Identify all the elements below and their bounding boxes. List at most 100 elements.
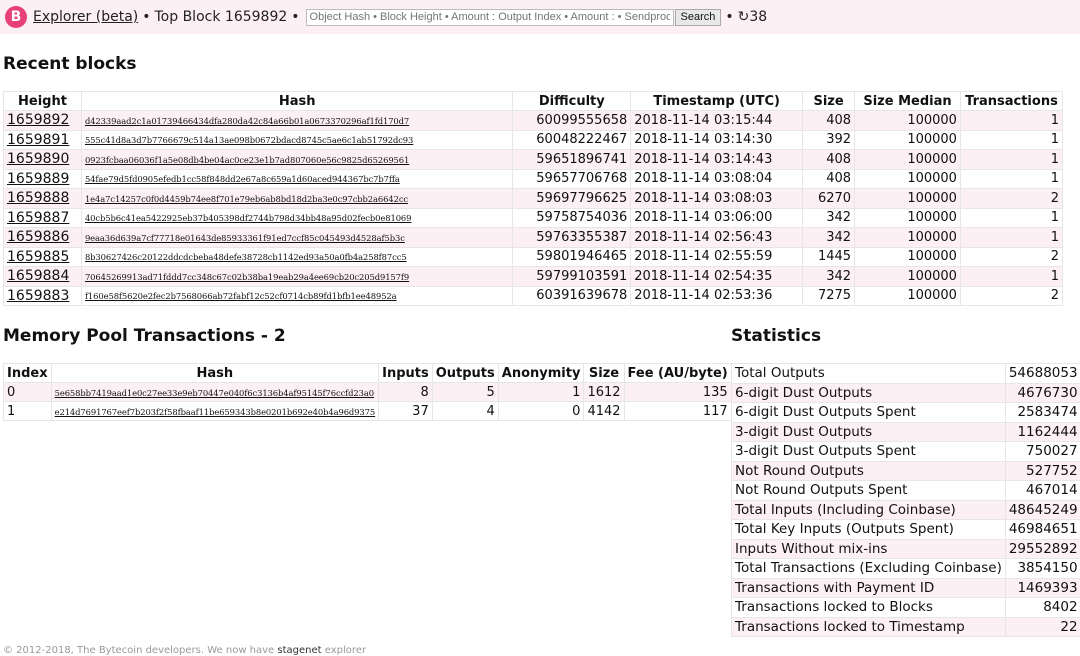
- stat-value-cell: 1162444: [1005, 422, 1080, 442]
- block-difficulty-cell: 59657706768: [513, 169, 631, 189]
- block-hash-link[interactable]: 9eaa36d639a7cf77718e01643de85933361f91ed…: [85, 233, 405, 243]
- footer-copyright: © 2012-2018, The Bytecoin developers. We…: [3, 645, 274, 656]
- explorer-home-link[interactable]: Explorer (beta): [33, 9, 138, 25]
- stat-row: Transactions locked to Timestamp22: [732, 617, 1080, 637]
- tx-outputs-cell: 5: [432, 383, 498, 402]
- stat-label-cell: Not Round Outputs: [732, 461, 1006, 481]
- stat-label-cell: 3-digit Dust Outputs: [732, 422, 1006, 442]
- block-size-median-cell: 100000: [855, 286, 961, 306]
- block-size-median-cell: 100000: [855, 169, 961, 189]
- stat-value-cell: 54688053: [1005, 364, 1080, 384]
- block-hash-link[interactable]: d42339aad2c1a01739466434dfa280da42c84a66…: [85, 116, 409, 126]
- block-row: 1659886 9eaa36d639a7cf77718e01643de859333…: [4, 228, 1063, 248]
- block-size-cell: 342: [803, 208, 855, 228]
- column-header-timestamp: Timestamp (UTC): [631, 92, 803, 111]
- stat-label-cell: Total Inputs (Including Coinbase): [732, 500, 1006, 520]
- block-height-link[interactable]: 1659889: [7, 171, 69, 187]
- recent-blocks-table: Height Hash Difficulty Timestamp (UTC) S…: [3, 91, 1063, 306]
- stat-label-cell: Transactions with Payment ID: [732, 578, 1006, 598]
- stat-row: Transactions with Payment ID1469393: [732, 578, 1080, 598]
- block-height-link[interactable]: 1659891: [7, 132, 69, 148]
- block-size-median-cell: 100000: [855, 189, 961, 209]
- stat-row: 3-digit Dust Outputs1162444: [732, 422, 1080, 442]
- stat-row: 6-digit Dust Outputs4676730: [732, 383, 1080, 403]
- block-transactions-cell: 1: [960, 228, 1062, 248]
- block-height-cell: 1659886: [4, 228, 82, 248]
- tx-anonymity-cell: 0: [498, 402, 584, 421]
- stat-row: Total Inputs (Including Coinbase)4864524…: [732, 500, 1080, 520]
- stagenet-link[interactable]: stagenet: [277, 645, 321, 656]
- stat-row: Transactions locked to Blocks8402: [732, 598, 1080, 618]
- block-row: 1659884 70645269913ad71fddd7cc348c67c02b3…: [4, 267, 1063, 287]
- block-hash-link[interactable]: 0923fcbaa06036f1a5e08db4be04ac0ce23e1b7a…: [85, 155, 409, 165]
- tx-hash-link[interactable]: e214d7691767eef7b203f2f58fbaaf11be659343…: [55, 407, 376, 417]
- top-bar: B Explorer (beta) • Top Block 1659892 • …: [0, 0, 1080, 34]
- block-height-cell: 1659883: [4, 286, 82, 306]
- tx-size-cell: 1612: [584, 383, 624, 402]
- block-transactions-cell: 1: [960, 267, 1062, 287]
- separator: •: [142, 9, 150, 25]
- block-row: 1659883 f160e58f5620e2fec2b7568066ab72fab…: [4, 286, 1063, 306]
- block-difficulty-cell: 59799103591: [513, 267, 631, 287]
- block-difficulty-cell: 60391639678: [513, 286, 631, 306]
- block-hash-link[interactable]: 1e4a7c14257c0f0d4459b74ee8f701e79eb6ab8b…: [85, 194, 408, 204]
- stat-label-cell: Total Outputs: [732, 364, 1006, 384]
- tx-index-cell: 0: [4, 383, 52, 402]
- statistics-table: Total Outputs546880536-digit Dust Output…: [731, 363, 1080, 637]
- block-hash-cell: f160e58f5620e2fec2b7568066ab72fabf12c52c…: [81, 286, 512, 306]
- block-height-link[interactable]: 1659887: [7, 210, 69, 226]
- tx-hash-link[interactable]: 5e658bb7419aad1e0c27ee33e9eb70447e040f6c…: [55, 388, 374, 398]
- block-timestamp-cell: 2018-11-14 03:08:04: [631, 169, 803, 189]
- block-hash-link[interactable]: 8b30627426c20122ddcdcbeba48defe38728cb11…: [85, 252, 407, 262]
- block-size-cell: 408: [803, 111, 855, 131]
- block-height-link[interactable]: 1659883: [7, 288, 69, 304]
- block-height-link[interactable]: 1659888: [7, 190, 69, 206]
- tx-anonymity-cell: 1: [498, 383, 584, 402]
- block-difficulty-cell: 59651896741: [513, 150, 631, 170]
- block-height-link[interactable]: 1659890: [7, 151, 69, 167]
- block-hash-cell: d42339aad2c1a01739466434dfa280da42c84a66…: [81, 111, 512, 131]
- footer: © 2012-2018, The Bytecoin developers. We…: [3, 645, 366, 656]
- block-height-cell: 1659887: [4, 208, 82, 228]
- block-height-cell: 1659884: [4, 267, 82, 287]
- stat-value-cell: 46984651: [1005, 520, 1080, 540]
- block-transactions-cell: 1: [960, 169, 1062, 189]
- block-timestamp-cell: 2018-11-14 03:14:30: [631, 130, 803, 150]
- stat-value-cell: 48645249: [1005, 500, 1080, 520]
- block-hash-cell: 0923fcbaa06036f1a5e08db4be04ac0ce23e1b7a…: [81, 150, 512, 170]
- search-input[interactable]: [306, 9, 674, 26]
- block-hash-link[interactable]: f160e58f5620e2fec2b7568066ab72fabf12c52c…: [85, 291, 397, 301]
- tx-index-cell: 1: [4, 402, 52, 421]
- block-transactions-cell: 1: [960, 111, 1062, 131]
- search-button[interactable]: Search: [675, 9, 722, 26]
- block-hash-link[interactable]: 70645269913ad71fddd7cc348c67c02b38ba19ea…: [85, 272, 409, 282]
- stat-row: Inputs Without mix-ins29552892: [732, 539, 1080, 559]
- block-hash-link[interactable]: 40cb5b6c41ea5422925eb37b405398df2744b798…: [85, 213, 411, 223]
- tx-outputs-cell: 4: [432, 402, 498, 421]
- block-height-link[interactable]: 1659885: [7, 249, 69, 265]
- block-height-link[interactable]: 1659884: [7, 268, 69, 284]
- block-hash-cell: 555c41d8a3d7b7766679c514a13ae098b0672bda…: [81, 130, 512, 150]
- stat-label-cell: Total Key Inputs (Outputs Spent): [732, 520, 1006, 540]
- stat-value-cell: 2583474: [1005, 403, 1080, 423]
- block-row: 1659887 40cb5b6c41ea5422925eb37b405398df2…: [4, 208, 1063, 228]
- block-timestamp-cell: 2018-11-14 02:53:36: [631, 286, 803, 306]
- block-transactions-cell: 1: [960, 208, 1062, 228]
- tx-hash-cell: e214d7691767eef7b203f2f58fbaaf11be659343…: [51, 402, 379, 421]
- stat-value-cell: 29552892: [1005, 539, 1080, 559]
- separator: •: [291, 9, 299, 25]
- stat-value-cell: 750027: [1005, 442, 1080, 462]
- block-hash-link[interactable]: 555c41d8a3d7b7766679c514a13ae098b0672bda…: [85, 135, 413, 145]
- stat-label-cell: 6-digit Dust Outputs: [732, 383, 1006, 403]
- block-timestamp-cell: 2018-11-14 03:14:43: [631, 150, 803, 170]
- column-header-hash: Hash: [51, 364, 379, 383]
- bytecoin-logo-icon[interactable]: B: [5, 6, 27, 28]
- mempool-row: 1e214d7691767eef7b203f2f58fbaaf11be65934…: [4, 402, 732, 421]
- block-size-median-cell: 100000: [855, 267, 961, 287]
- block-height-link[interactable]: 1659886: [7, 229, 69, 245]
- recent-blocks-title: Recent blocks: [3, 54, 137, 74]
- block-hash-link[interactable]: 54fae79d5fd0905efedb1cc58f848dd2e67a8c65…: [85, 174, 400, 184]
- block-timestamp-cell: 2018-11-14 03:08:03: [631, 189, 803, 209]
- block-hash-cell: 9eaa36d639a7cf77718e01643de85933361f91ed…: [81, 228, 512, 248]
- block-height-link[interactable]: 1659892: [7, 112, 69, 128]
